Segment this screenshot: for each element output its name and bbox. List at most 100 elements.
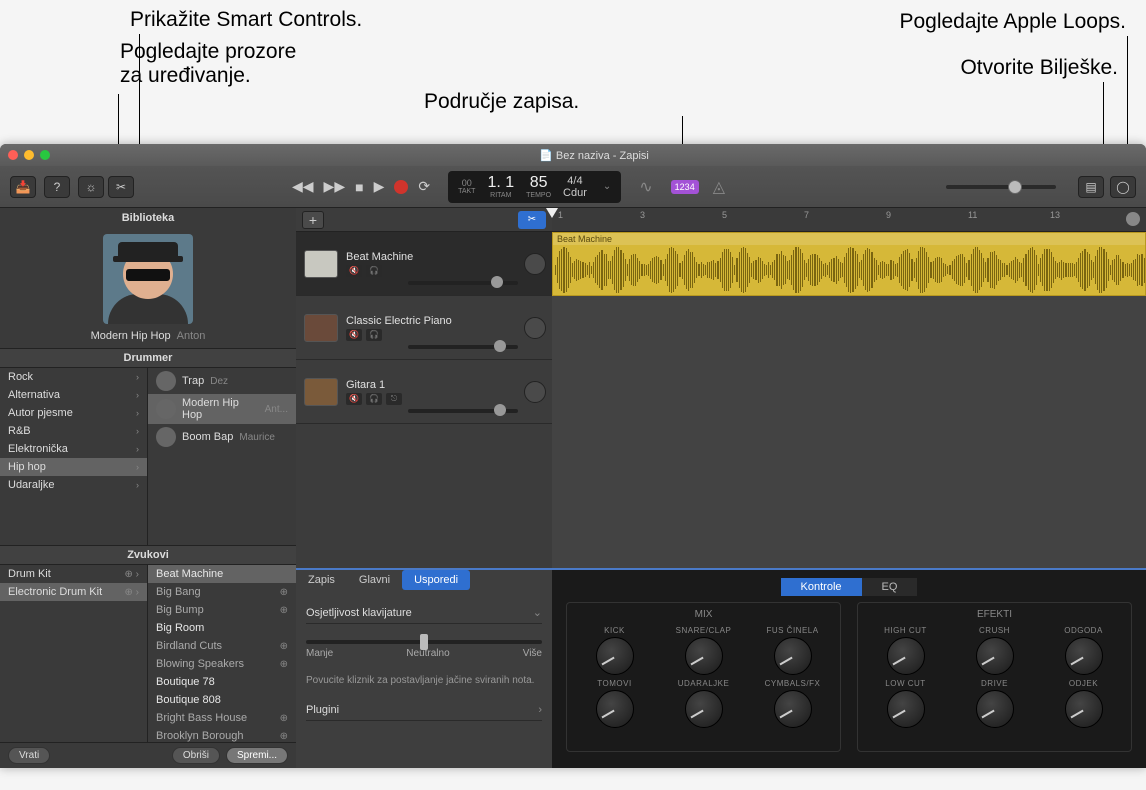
knob-control[interactable] [976,637,1014,675]
record-button[interactable] [394,180,408,194]
editors-button[interactable]: ✂ [108,176,134,198]
close-window-button[interactable] [8,150,18,160]
knob-label: UDARALJKE [678,679,730,688]
track-header[interactable]: Classic Electric Piano 🔇🎧 [296,296,552,360]
window-titlebar[interactable]: 📄 Bez naziva - Zapisi [0,144,1146,166]
patch-item[interactable]: Bright Bass House⊕ [148,709,296,727]
genre-item[interactable]: Hip hop› [0,458,147,476]
patch-item[interactable]: Big Bump⊕ [148,601,296,619]
genre-item[interactable]: R&B› [0,422,147,440]
sensitivity-label: Osjetljivost klavijature [306,607,412,619]
mute-icon[interactable]: 🔇 [346,393,362,405]
save-button[interactable]: Spremi... [226,747,288,764]
delete-button[interactable]: Obriši [172,747,220,764]
smart-controls-button[interactable]: ☼ [78,176,104,198]
cycle-button[interactable]: ⟳ [418,178,430,195]
patch-item[interactable]: Brooklyn Borough⊕ [148,727,296,742]
editor-controls: KontroleEQ MIX KICKSNARE/CLAPFUS ČINELAT… [552,570,1146,768]
knob-control[interactable] [1065,690,1103,728]
track-pan-knob[interactable] [524,381,546,403]
minimize-window-button[interactable] [24,150,34,160]
editor-subtab[interactable]: EQ [862,578,918,596]
track-pan-knob[interactable] [524,317,546,339]
patch-item[interactable]: Boutique 78 [148,673,296,691]
genre-item[interactable]: Rock› [0,368,147,386]
headphones-icon[interactable]: 🎧 [366,329,382,341]
category-drummer: Drummer [0,348,296,368]
track-volume-slider[interactable] [408,345,518,349]
track-pan-knob[interactable] [524,253,546,275]
ruler-tick: 5 [722,210,727,220]
plugins-row[interactable]: Plugini › [306,700,542,721]
drummer-item[interactable]: Boom Bap Maurice [148,424,296,450]
notepad-button[interactable]: ▤ [1078,176,1104,198]
play-button[interactable]: ▶ [374,178,385,195]
timeline-ruler[interactable]: 135791113 [552,208,1146,231]
drummer-item[interactable]: Modern Hip Hop Ant... [148,394,296,424]
headphones-icon[interactable]: 🎧 [366,265,382,277]
editor-tab[interactable]: Usporedi [402,570,470,590]
master-volume[interactable] [946,185,1056,189]
patch-item[interactable]: Birdland Cuts⊕ [148,637,296,655]
metronome-icon[interactable]: ◬ [713,177,725,197]
library-toggle-button[interactable]: 📥 [10,176,36,198]
divide-region-button[interactable]: ✂ [518,211,546,229]
kit-item[interactable]: Drum Kit⊕ › [0,565,147,583]
editor-tab[interactable]: Glavni [347,570,402,590]
callout-smart-controls: Prikažite Smart Controls. [130,8,362,32]
genre-item[interactable]: Udaraljke› [0,476,147,494]
knob-control[interactable] [887,637,925,675]
knob-label: DRIVE [981,679,1008,688]
kit-item[interactable]: Electronic Drum Kit⊕ › [0,583,147,601]
genre-item[interactable]: Elektronička› [0,440,147,458]
patch-item[interactable]: Blowing Speakers⊕ [148,655,296,673]
patch-item[interactable]: Beat Machine [148,565,296,583]
knob-control[interactable] [685,690,723,728]
mute-icon[interactable]: 🔇 [346,329,362,341]
sensitivity-slider[interactable] [306,640,542,644]
knob-control[interactable] [596,637,634,675]
audio-region[interactable]: Beat Machine [552,232,1146,296]
genre-item[interactable]: Alternativa› [0,386,147,404]
patch-item[interactable]: Boutique 808 [148,691,296,709]
genre-item[interactable]: Autor pjesme› [0,404,147,422]
rewind-button[interactable]: ◀◀ [292,178,314,195]
knob-control[interactable] [1065,637,1103,675]
count-in-button[interactable]: 1234 [671,180,699,194]
editor-subtab[interactable]: Kontrole [781,578,862,596]
track-header[interactable]: Beat Machine 🔇🎧 [296,232,552,296]
add-track-button[interactable]: + [302,211,324,229]
loops-browser-button[interactable]: ◯ [1110,176,1136,198]
editor-tab[interactable]: Zapis [296,570,347,590]
stop-button[interactable]: ■ [355,179,363,195]
track-volume-slider[interactable] [408,409,518,413]
zoom-window-button[interactable] [40,150,50,160]
sensitivity-hint: Povucite kliznik za postavljanje jačine … [306,675,542,686]
patch-item[interactable]: Big Bang⊕ [148,583,296,601]
sensitivity-row[interactable]: Osjetljivost klavijature ⌄ [306,602,542,624]
drummer-item[interactable]: Trap Dez [148,368,296,394]
knob-control[interactable] [976,690,1014,728]
quick-help-button[interactable]: ? [44,176,70,198]
patch-item[interactable]: Big Room [148,619,296,637]
callout-line1: Pogledajte prozore [120,40,296,64]
input-icon[interactable]: ⎋ [386,393,402,405]
knob-control[interactable] [685,637,723,675]
mute-icon[interactable]: 🔇 [346,265,362,277]
knob-control[interactable] [887,690,925,728]
lcd-display[interactable]: 00TAKT 1. 1RITAM 85TEMPO 4/4Cdur ⌄ [448,171,621,203]
playhead[interactable] [546,208,558,218]
tuner-icon[interactable]: ∿ [639,177,652,197]
headphones-icon[interactable]: 🎧 [366,393,382,405]
horizontal-zoom-thumb[interactable] [1126,212,1140,226]
smart-controls-editor: ZapisGlavniUsporedi Osjetljivost klavija… [296,568,1146,768]
knob-control[interactable] [596,690,634,728]
traffic-lights [8,150,50,160]
forward-button[interactable]: ▶▶ [324,178,346,195]
track-volume-slider[interactable] [408,281,518,285]
lcd-menu-caret[interactable]: ⌄ [603,181,611,192]
knob-control[interactable] [774,690,812,728]
revert-button[interactable]: Vrati [8,747,50,764]
track-header[interactable]: Gitara 1 🔇🎧⎋ [296,360,552,424]
knob-control[interactable] [774,637,812,675]
